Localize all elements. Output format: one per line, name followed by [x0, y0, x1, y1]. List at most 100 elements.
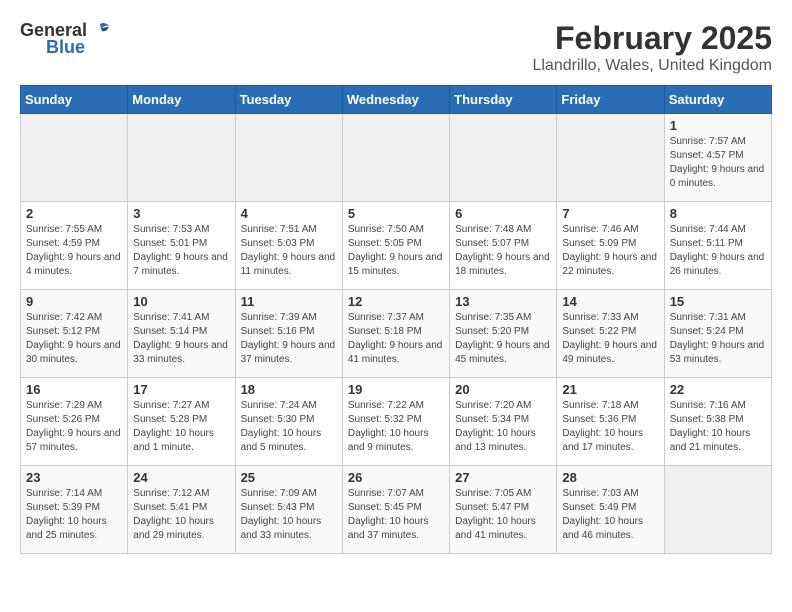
calendar-day — [342, 114, 449, 202]
day-info: Sunrise: 7:05 AM Sunset: 5:47 PM Dayligh… — [455, 487, 551, 543]
day-number: 11 — [241, 294, 337, 309]
day-info: Sunrise: 7:37 AM Sunset: 5:18 PM Dayligh… — [348, 311, 444, 367]
day-number: 14 — [562, 294, 658, 309]
calendar-day: 7 Sunrise: 7:46 AM Sunset: 5:09 PM Daylig… — [557, 202, 664, 290]
day-number: 2 — [26, 206, 122, 221]
day-info: Sunrise: 7:50 AM Sunset: 5:05 PM Dayligh… — [348, 223, 444, 279]
day-number: 17 — [133, 382, 229, 397]
weekday-header-sunday: Sunday — [21, 86, 128, 114]
day-number: 20 — [455, 382, 551, 397]
calendar-day: 13 Sunrise: 7:35 AM Sunset: 5:20 PM Dayli… — [450, 290, 557, 378]
day-info: Sunrise: 7:09 AM Sunset: 5:43 PM Dayligh… — [241, 487, 337, 543]
day-number: 1 — [670, 118, 766, 133]
calendar-day: 26 Sunrise: 7:07 AM Sunset: 5:45 PM Dayli… — [342, 466, 449, 554]
calendar-day: 14 Sunrise: 7:33 AM Sunset: 5:22 PM Dayli… — [557, 290, 664, 378]
calendar-day: 2 Sunrise: 7:55 AM Sunset: 4:59 PM Daylig… — [21, 202, 128, 290]
calendar-day: 10 Sunrise: 7:41 AM Sunset: 5:14 PM Dayli… — [128, 290, 235, 378]
calendar-day: 9 Sunrise: 7:42 AM Sunset: 5:12 PM Daylig… — [21, 290, 128, 378]
calendar-week-1: 1 Sunrise: 7:57 AM Sunset: 4:57 PM Daylig… — [21, 114, 772, 202]
calendar-day: 12Sunrise: 7:37 AM Sunset: 5:18 PM Dayli… — [342, 290, 449, 378]
calendar-day — [450, 114, 557, 202]
calendar-day: 28 Sunrise: 7:03 AM Sunset: 5:49 PM Dayli… — [557, 466, 664, 554]
day-number: 23 — [26, 470, 122, 485]
calendar-week-4: 16 Sunrise: 7:29 AM Sunset: 5:26 PM Dayli… — [21, 378, 772, 466]
calendar-day — [557, 114, 664, 202]
calendar-day: 20 Sunrise: 7:20 AM Sunset: 5:34 PM Dayli… — [450, 378, 557, 466]
calendar-day: 6 Sunrise: 7:48 AM Sunset: 5:07 PM Daylig… — [450, 202, 557, 290]
day-number: 18 — [241, 382, 337, 397]
calendar-day: 4Sunrise: 7:51 AM Sunset: 5:03 PM Daylig… — [235, 202, 342, 290]
day-number: 7 — [562, 206, 658, 221]
day-info: Sunrise: 7:33 AM Sunset: 5:22 PM Dayligh… — [562, 311, 658, 367]
weekday-header-tuesday: Tuesday — [235, 86, 342, 114]
day-number: 13 — [455, 294, 551, 309]
calendar-day: 11 Sunrise: 7:39 AM Sunset: 5:16 PM Dayli… — [235, 290, 342, 378]
logo-blue: Blue — [46, 37, 85, 58]
day-number: 4 — [241, 206, 337, 221]
day-info: Sunrise: 7:22 AM Sunset: 5:32 PM Dayligh… — [348, 399, 444, 455]
calendar-day: 3 Sunrise: 7:53 AM Sunset: 5:01 PM Daylig… — [128, 202, 235, 290]
logo-bird-icon — [89, 22, 111, 40]
calendar-day — [128, 114, 235, 202]
weekday-header-monday: Monday — [128, 86, 235, 114]
day-info: Sunrise: 7:42 AM Sunset: 5:12 PM Dayligh… — [26, 311, 122, 367]
calendar-day: 21Sunrise: 7:18 AM Sunset: 5:36 PM Dayli… — [557, 378, 664, 466]
day-number: 3 — [133, 206, 229, 221]
calendar-day: 16 Sunrise: 7:29 AM Sunset: 5:26 PM Dayli… — [21, 378, 128, 466]
day-info: Sunrise: 7:14 AM Sunset: 5:39 PM Dayligh… — [26, 487, 122, 543]
day-info: Sunrise: 7:20 AM Sunset: 5:34 PM Dayligh… — [455, 399, 551, 455]
day-info: Sunrise: 7:39 AM Sunset: 5:16 PM Dayligh… — [241, 311, 337, 367]
day-number: 24 — [133, 470, 229, 485]
calendar-day: 24 Sunrise: 7:12 AM Sunset: 5:41 PM Dayli… — [128, 466, 235, 554]
day-number: 8 — [670, 206, 766, 221]
day-info: Sunrise: 7:53 AM Sunset: 5:01 PM Dayligh… — [133, 223, 229, 279]
day-number: 10 — [133, 294, 229, 309]
day-number: 27 — [455, 470, 551, 485]
page-header: General Blue February 2025 Llandrillo, W… — [20, 20, 772, 75]
day-info: Sunrise: 7:55 AM Sunset: 4:59 PM Dayligh… — [26, 223, 122, 279]
calendar-day — [21, 114, 128, 202]
calendar-week-3: 9 Sunrise: 7:42 AM Sunset: 5:12 PM Daylig… — [21, 290, 772, 378]
calendar-day: 27 Sunrise: 7:05 AM Sunset: 5:47 PM Dayli… — [450, 466, 557, 554]
day-info: Sunrise: 7:29 AM Sunset: 5:26 PM Dayligh… — [26, 399, 122, 455]
calendar-week-2: 2 Sunrise: 7:55 AM Sunset: 4:59 PM Daylig… — [21, 202, 772, 290]
calendar-day: 25Sunrise: 7:09 AM Sunset: 5:43 PM Dayli… — [235, 466, 342, 554]
weekday-header-thursday: Thursday — [450, 86, 557, 114]
day-info: Sunrise: 7:12 AM Sunset: 5:41 PM Dayligh… — [133, 487, 229, 543]
calendar-week-5: 23 Sunrise: 7:14 AM Sunset: 5:39 PM Dayli… — [21, 466, 772, 554]
day-number: 19 — [348, 382, 444, 397]
day-info: Sunrise: 7:03 AM Sunset: 5:49 PM Dayligh… — [562, 487, 658, 543]
calendar-subtitle: Llandrillo, Wales, United Kingdom — [532, 57, 772, 75]
weekday-header-wednesday: Wednesday — [342, 86, 449, 114]
calendar-title: February 2025 — [532, 20, 772, 57]
logo: General Blue — [20, 20, 111, 58]
calendar-title-area: February 2025 Llandrillo, Wales, United … — [532, 20, 772, 75]
day-info: Sunrise: 7:44 AM Sunset: 5:11 PM Dayligh… — [670, 223, 766, 279]
day-number: 6 — [455, 206, 551, 221]
day-info: Sunrise: 7:31 AM Sunset: 5:24 PM Dayligh… — [670, 311, 766, 367]
weekday-header-friday: Friday — [557, 86, 664, 114]
day-info: Sunrise: 7:27 AM Sunset: 5:28 PM Dayligh… — [133, 399, 229, 455]
day-number: 5 — [348, 206, 444, 221]
day-info: Sunrise: 7:57 AM Sunset: 4:57 PM Dayligh… — [670, 135, 766, 191]
day-info: Sunrise: 7:46 AM Sunset: 5:09 PM Dayligh… — [562, 223, 658, 279]
calendar-day: 22Sunrise: 7:16 AM Sunset: 5:38 PM Dayli… — [664, 378, 771, 466]
calendar-day: 5 Sunrise: 7:50 AM Sunset: 5:05 PM Daylig… — [342, 202, 449, 290]
calendar-day: 19 Sunrise: 7:22 AM Sunset: 5:32 PM Dayli… — [342, 378, 449, 466]
weekday-header-saturday: Saturday — [664, 86, 771, 114]
calendar-day: 23 Sunrise: 7:14 AM Sunset: 5:39 PM Dayli… — [21, 466, 128, 554]
calendar-day: 15Sunrise: 7:31 AM Sunset: 5:24 PM Dayli… — [664, 290, 771, 378]
day-number: 9 — [26, 294, 122, 309]
day-number: 26 — [348, 470, 444, 485]
day-number: 16 — [26, 382, 122, 397]
day-info: Sunrise: 7:41 AM Sunset: 5:14 PM Dayligh… — [133, 311, 229, 367]
calendar-day — [235, 114, 342, 202]
calendar-day: 1 Sunrise: 7:57 AM Sunset: 4:57 PM Daylig… — [664, 114, 771, 202]
day-info: Sunrise: 7:35 AM Sunset: 5:20 PM Dayligh… — [455, 311, 551, 367]
day-info: Sunrise: 7:48 AM Sunset: 5:07 PM Dayligh… — [455, 223, 551, 279]
calendar-day: 8 Sunrise: 7:44 AM Sunset: 5:11 PM Daylig… — [664, 202, 771, 290]
weekday-header-row: SundayMondayTuesdayWednesdayThursdayFrid… — [21, 86, 772, 114]
day-info: Sunrise: 7:07 AM Sunset: 5:45 PM Dayligh… — [348, 487, 444, 543]
calendar-table: SundayMondayTuesdayWednesdayThursdayFrid… — [20, 85, 772, 554]
day-number: 28 — [562, 470, 658, 485]
